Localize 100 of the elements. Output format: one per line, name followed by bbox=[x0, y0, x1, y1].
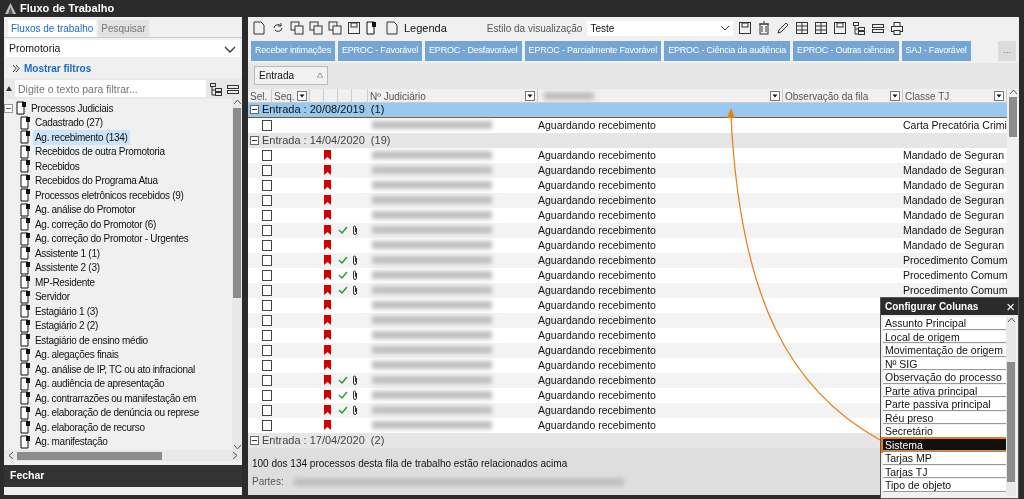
row-checkbox[interactable] bbox=[262, 224, 272, 236]
scroll-thumb[interactable] bbox=[1009, 96, 1017, 137]
workflow-dropdown[interactable]: Promotoria bbox=[6, 40, 240, 57]
tree-item[interactable]: Estagiário de ensino médio bbox=[33, 332, 150, 348]
column-option[interactable]: Observação do processo bbox=[883, 371, 1006, 384]
column-option[interactable]: Tarjas TJ bbox=[883, 465, 1006, 478]
tree-item[interactable]: Estagiário 1 (3) bbox=[33, 303, 100, 319]
row-checkbox[interactable] bbox=[262, 284, 272, 296]
row-checkbox[interactable] bbox=[262, 209, 272, 221]
status-text: Aguardando recebimento bbox=[538, 237, 656, 253]
printer-icon[interactable] bbox=[890, 21, 905, 35]
tree-item[interactable]: Recebidos de outra Promotoria bbox=[33, 144, 167, 160]
close-button[interactable]: Fechar bbox=[4, 465, 242, 487]
tree-item[interactable]: MP-Residente bbox=[33, 274, 97, 290]
column-option[interactable]: Movimentação de origem bbox=[883, 344, 1006, 357]
row-checkbox[interactable] bbox=[262, 359, 272, 371]
dropdown-icon[interactable] bbox=[770, 91, 780, 101]
tree-item[interactable]: Ag. recebimento (134) bbox=[33, 129, 130, 145]
view-style-dropdown[interactable]: Teste bbox=[587, 20, 734, 36]
tree-item[interactable]: Servidor bbox=[33, 289, 72, 305]
collapse-icon[interactable] bbox=[250, 435, 259, 445]
vertical-scrollbar[interactable] bbox=[1006, 317, 1016, 496]
legend-label[interactable]: Legenda bbox=[404, 19, 447, 37]
scroll-thumb[interactable] bbox=[17, 451, 162, 460]
column-option[interactable]: Nº SIG bbox=[883, 357, 1006, 370]
column-option[interactable]: Tarjas MP bbox=[883, 452, 1006, 465]
column-option[interactable]: Parte ativa principal bbox=[883, 384, 1006, 397]
document-icon bbox=[20, 231, 30, 246]
tree-item[interactable]: Processos eletrônicos recebidos (9) bbox=[33, 187, 186, 203]
tree-item[interactable]: Assistente 1 (1) bbox=[33, 245, 102, 261]
row-checkbox[interactable] bbox=[262, 404, 272, 416]
more-button[interactable]: ... bbox=[998, 41, 1016, 61]
dropdown-icon[interactable] bbox=[994, 91, 1004, 101]
tree-item[interactable]: Ag. elaboração de denúncia ou represe bbox=[33, 405, 202, 421]
row-checkbox[interactable] bbox=[262, 374, 272, 386]
column-option[interactable]: Tipo de objeto bbox=[883, 479, 1006, 492]
row-checkbox[interactable] bbox=[262, 389, 272, 401]
tree-item[interactable]: Recebidos do Programa Atua bbox=[33, 173, 160, 189]
tree-item[interactable]: Recebidos bbox=[33, 158, 82, 174]
show-filters-link[interactable]: Mostrar filtros bbox=[4, 59, 242, 78]
refresh-icon[interactable] bbox=[271, 21, 285, 35]
pencil-icon[interactable] bbox=[776, 21, 791, 35]
row-checkbox[interactable] bbox=[262, 179, 272, 191]
column-option[interactable]: Réu preso bbox=[883, 411, 1006, 424]
row-checkbox[interactable] bbox=[262, 119, 272, 131]
tree-item[interactable]: Ag. elaboração de recurso bbox=[33, 419, 147, 435]
collapse-icon[interactable] bbox=[250, 105, 259, 114]
row-checkbox[interactable] bbox=[262, 329, 272, 341]
new-document-icon[interactable] bbox=[252, 21, 266, 35]
tree-item[interactable]: Assistente 2 (3) bbox=[33, 260, 102, 276]
column-option[interactable]: Local de origem bbox=[883, 330, 1006, 343]
group-by-chip[interactable]: Entrada bbox=[254, 66, 328, 85]
dropdown-icon[interactable] bbox=[297, 91, 307, 101]
tree-item[interactable]: Estagiário 2 (2) bbox=[33, 318, 100, 334]
tree-item[interactable]: Ag. correção do Promotor - Urgentes bbox=[33, 231, 191, 247]
dropdown-icon[interactable] bbox=[890, 91, 900, 101]
spreadsheet-icon[interactable] bbox=[795, 21, 810, 35]
close-button[interactable]: × bbox=[1003, 299, 1018, 314]
column-option[interactable]: Secretário bbox=[883, 425, 1006, 438]
tree-item[interactable]: Ag. correção do Promotor (6) bbox=[33, 216, 159, 232]
sidebar-tab[interactable]: Fluxos de trabalho bbox=[8, 20, 97, 37]
scroll-thumb[interactable] bbox=[233, 108, 241, 298]
tree-view-icon[interactable] bbox=[852, 21, 867, 35]
row-checkbox[interactable] bbox=[262, 194, 272, 206]
horizontal-scrollbar[interactable] bbox=[4, 450, 242, 462]
columns-icon[interactable] bbox=[871, 21, 886, 35]
row-checkbox[interactable] bbox=[262, 239, 272, 251]
row-checkbox[interactable] bbox=[262, 299, 272, 311]
tree-item[interactable]: Ag. audiência de apresentação bbox=[33, 376, 167, 392]
row-checkbox[interactable] bbox=[262, 344, 272, 356]
tree-item[interactable]: Ag. análise de IP, TC ou ato infracional bbox=[33, 361, 197, 377]
save-icon[interactable] bbox=[347, 21, 361, 35]
row-checkbox[interactable] bbox=[262, 269, 272, 281]
row-checkbox[interactable] bbox=[262, 314, 272, 326]
save-icon[interactable] bbox=[738, 21, 753, 35]
vertical-scrollbar[interactable] bbox=[232, 99, 242, 451]
tree-item[interactable]: Ag. análise do Promotor bbox=[33, 202, 138, 218]
column-option[interactable]: Sistema bbox=[883, 438, 1006, 451]
dropdown-icon[interactable] bbox=[525, 91, 535, 101]
row-checkbox[interactable] bbox=[262, 254, 272, 266]
copy-icon[interactable] bbox=[309, 21, 323, 35]
tree-item[interactable]: Processos Judiciais bbox=[29, 100, 116, 116]
tree-item[interactable]: Cadastrado (27) bbox=[33, 115, 105, 131]
column-option[interactable]: Assunto Principal bbox=[883, 317, 1006, 330]
row-checkbox[interactable] bbox=[262, 419, 272, 431]
collapse-icon[interactable] bbox=[4, 103, 13, 113]
tree-item[interactable]: Ag. alegações finais bbox=[33, 347, 121, 363]
group-header[interactable]: Entrada : 14/04/2020 (19) bbox=[248, 132, 1007, 148]
scroll-thumb[interactable] bbox=[1007, 362, 1015, 482]
sidebar-tab[interactable]: Pesquisar bbox=[98, 20, 149, 37]
filter-field[interactable]: Digite o texto para filtrar... bbox=[15, 80, 206, 97]
collapse-arrow-icon bbox=[6, 86, 12, 91]
column-option[interactable]: Parte passiva principal bbox=[883, 398, 1006, 411]
collapse-icon[interactable] bbox=[250, 135, 259, 145]
tree-view-icon[interactable] bbox=[209, 81, 223, 96]
tree-item[interactable]: Ag. contrarrazões ou manifestação em bbox=[33, 390, 198, 406]
tree-item[interactable]: Ag. manifestação bbox=[33, 434, 110, 450]
row-checkbox[interactable] bbox=[262, 164, 272, 176]
trash-icon[interactable] bbox=[757, 21, 772, 35]
row-checkbox[interactable] bbox=[262, 149, 272, 161]
